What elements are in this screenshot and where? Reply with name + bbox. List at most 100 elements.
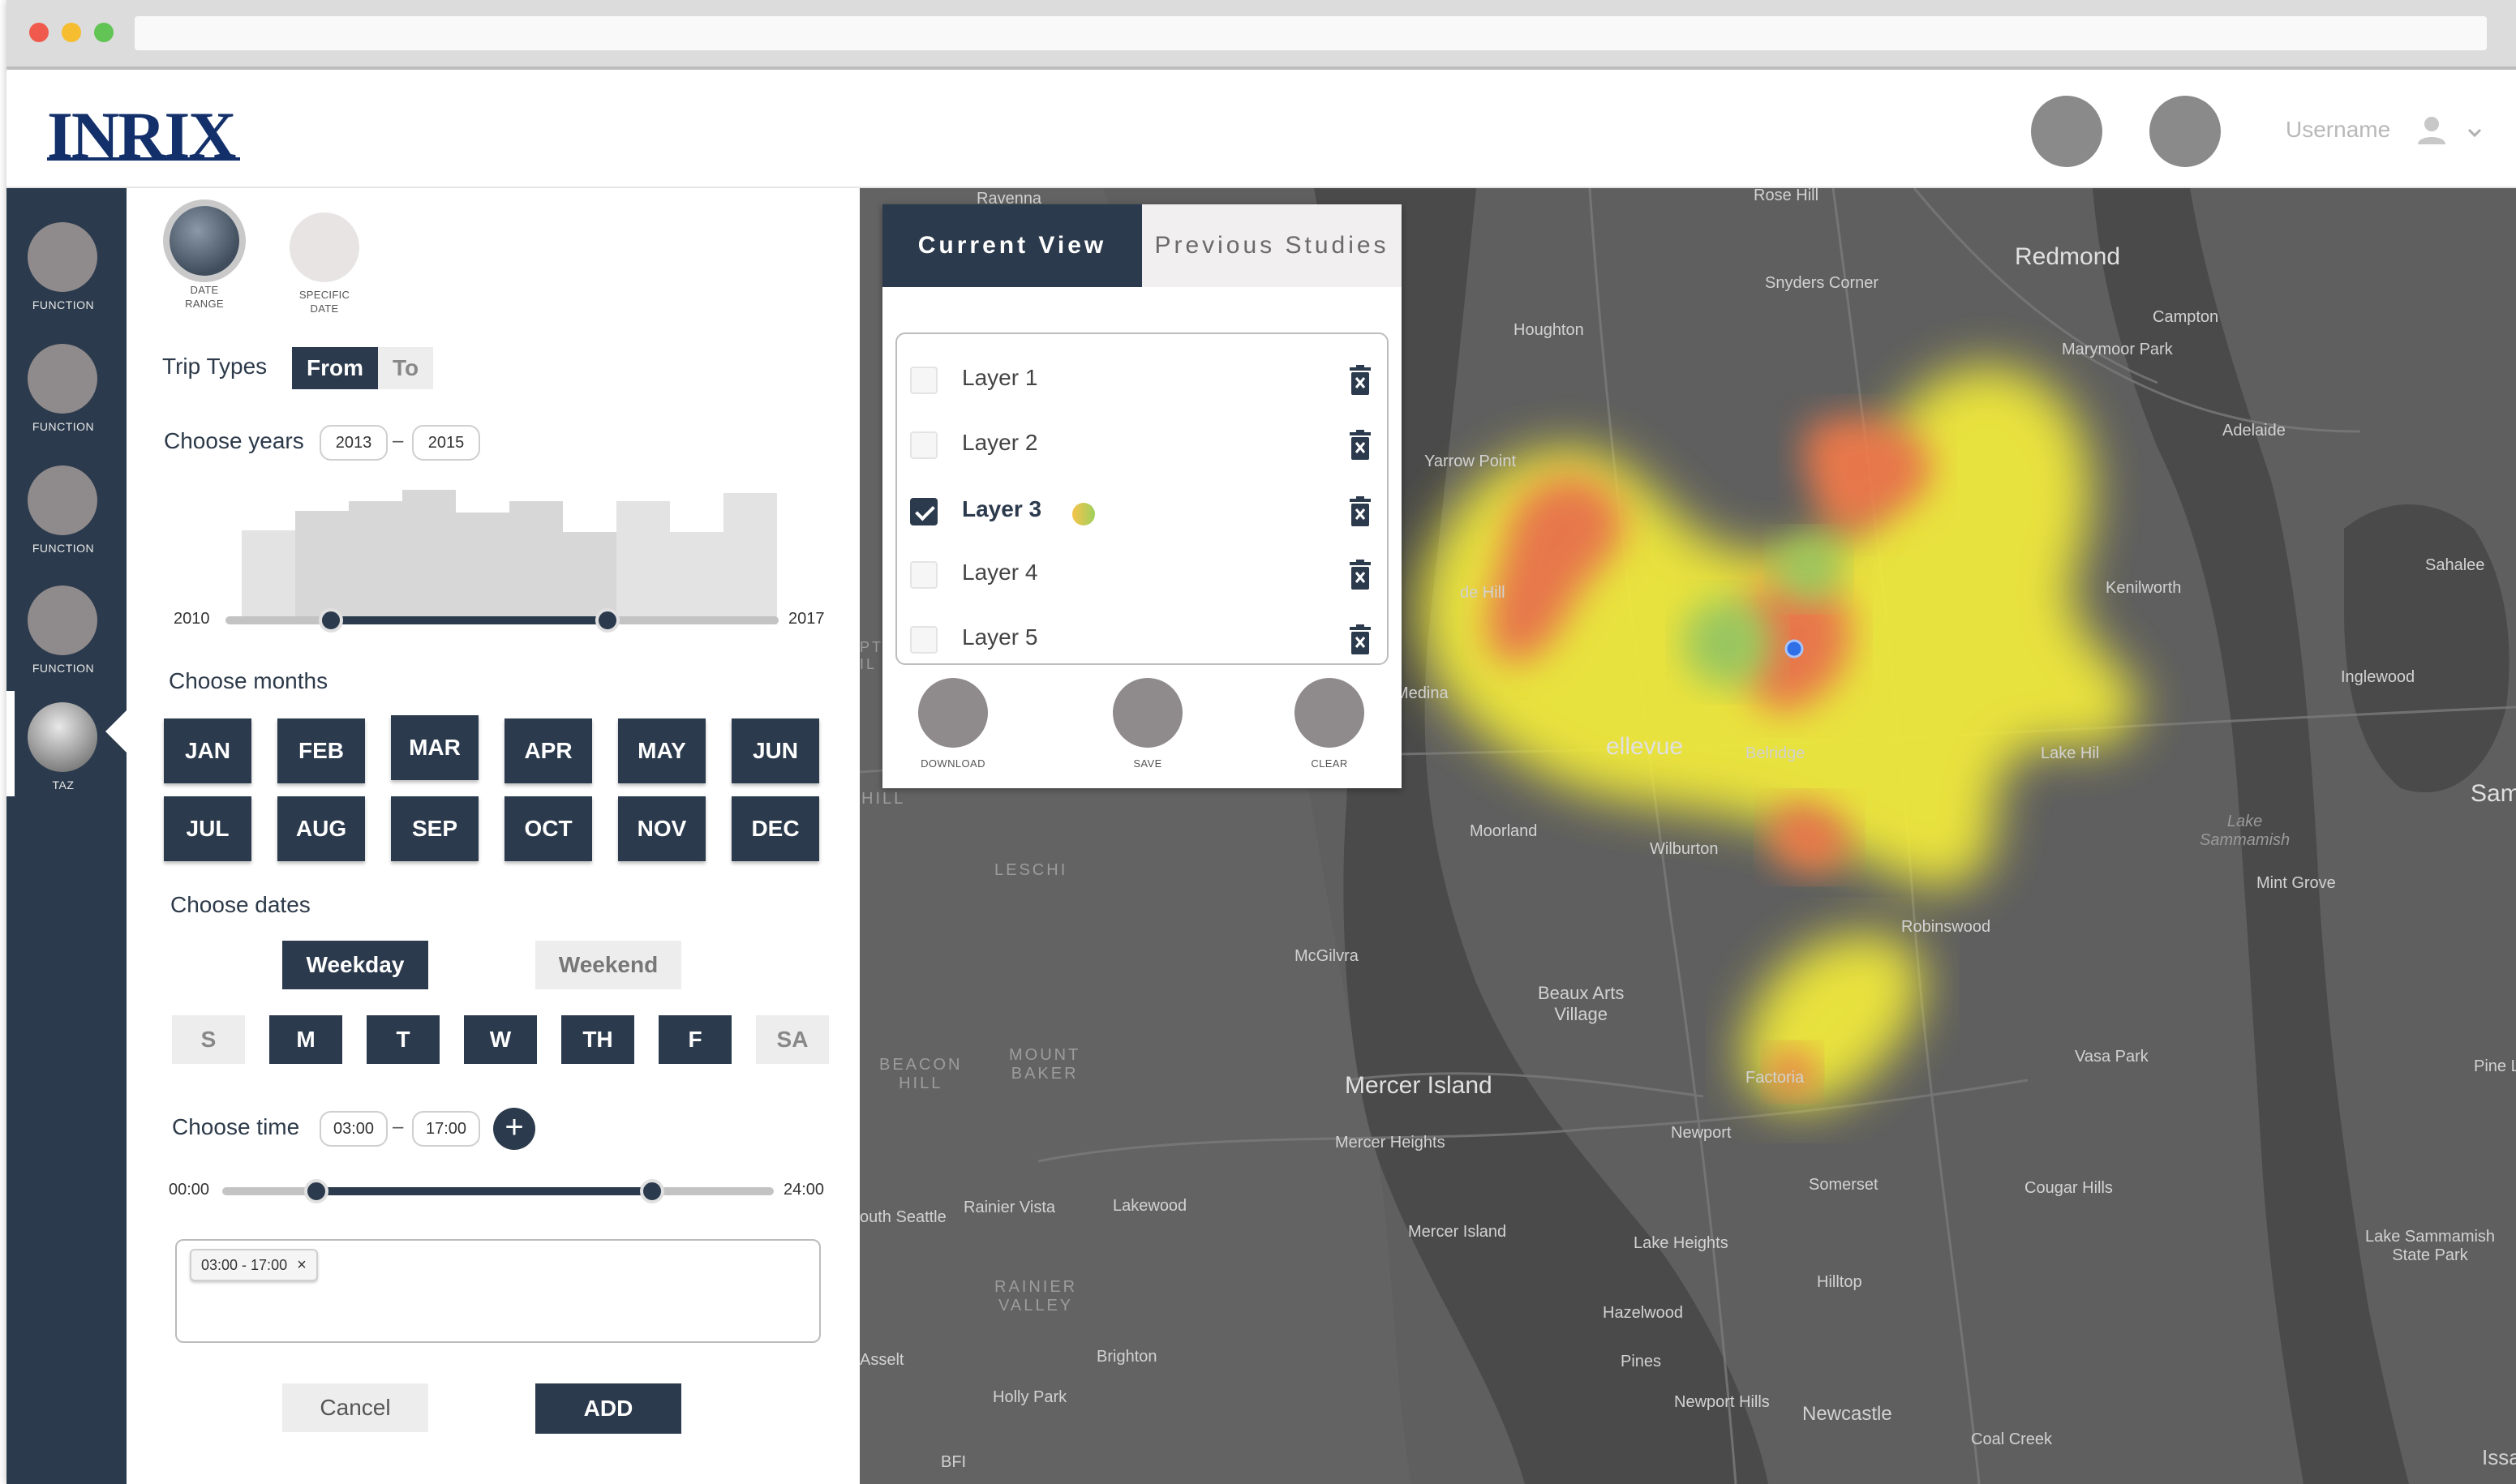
map-label: Vasa Park	[2075, 1048, 2149, 1066]
rail-item-function-2[interactable]: FUNCTION	[6, 344, 127, 465]
month-button-nov[interactable]: NOV	[618, 796, 706, 861]
remove-tag-icon[interactable]: ×	[297, 1256, 307, 1274]
day-button-th[interactable]: TH	[561, 1015, 634, 1064]
tab-current-view[interactable]: Current View	[882, 204, 1142, 287]
function-icon	[28, 465, 97, 535]
year-histogram-bar	[723, 493, 777, 624]
day-button-sa[interactable]: SA	[756, 1015, 829, 1064]
choose-time-label: Choose time	[172, 1114, 300, 1139]
weekend-button[interactable]: Weekend	[535, 941, 681, 989]
weekday-button[interactable]: Weekday	[282, 941, 428, 989]
map-label: Campton	[2153, 308, 2219, 326]
map-label: Snyders Corner	[1765, 274, 1879, 292]
map-label: Adelaide	[2222, 422, 2286, 440]
year-slider-end-handle[interactable]	[595, 608, 620, 633]
year-histogram-bar	[456, 513, 509, 624]
day-button-m[interactable]: M	[269, 1015, 342, 1064]
time-range-dash: –	[393, 1116, 404, 1138]
month-button-jul[interactable]: JUL	[164, 796, 251, 861]
date-range-mode-button[interactable]: DATE RANGE	[164, 206, 245, 311]
layer-name: Layer 5	[962, 624, 1038, 650]
time-slider-end-handle[interactable]	[640, 1179, 665, 1203]
layer-row[interactable]: Layer 5	[897, 608, 1387, 673]
layer-row[interactable]: Layer 4	[897, 543, 1387, 608]
year-histogram-bar	[509, 501, 563, 624]
map-label: Houghton	[1513, 321, 1584, 339]
map-label: Somerset	[1809, 1176, 1878, 1194]
add-button[interactable]: ADD	[535, 1383, 681, 1434]
layer-checkbox[interactable]	[910, 498, 938, 525]
user-avatar-icon[interactable]	[2415, 114, 2448, 146]
month-button-sep[interactable]: SEP	[391, 796, 479, 861]
rail-item-function-4[interactable]: FUNCTION	[6, 585, 127, 707]
function-icon	[28, 585, 97, 655]
header-action-button-2[interactable]	[2149, 96, 2221, 167]
time-slider-start-handle[interactable]	[303, 1179, 328, 1203]
month-button-dec[interactable]: DEC	[732, 796, 819, 861]
browser-chrome	[6, 0, 2516, 70]
location-pin[interactable]	[1784, 639, 1804, 658]
layer-row[interactable]: Layer 1	[897, 349, 1387, 414]
function-icon	[28, 222, 97, 292]
delete-layer-icon[interactable]	[1348, 365, 1372, 396]
month-button-aug[interactable]: AUG	[277, 796, 365, 861]
month-button-apr[interactable]: APR	[504, 718, 592, 783]
year-slider-start-handle[interactable]	[318, 608, 343, 633]
minimize-window-icon[interactable]	[62, 23, 81, 42]
rail-item-function-3[interactable]: FUNCTION	[6, 465, 127, 587]
save-button[interactable]: SAVE	[1103, 678, 1192, 770]
month-button-mar[interactable]: MAR	[391, 715, 479, 780]
day-button-t[interactable]: T	[367, 1015, 440, 1064]
taz-icon	[28, 702, 97, 772]
layer-checkbox[interactable]	[910, 431, 938, 459]
cancel-button[interactable]: Cancel	[282, 1383, 428, 1432]
month-button-may[interactable]: MAY	[618, 718, 706, 783]
download-icon	[918, 678, 988, 748]
layer-row[interactable]: Layer 3	[897, 480, 1387, 545]
clear-label: CLEAR	[1311, 757, 1348, 770]
add-time-range-button[interactable]: +	[493, 1108, 535, 1150]
time-range-tag: 03:00 - 17:00 ×	[190, 1249, 318, 1281]
rail-item-label: FUNCTION	[32, 420, 95, 433]
tab-previous-studies[interactable]: Previous Studies	[1142, 204, 1402, 287]
delete-layer-icon[interactable]	[1348, 560, 1372, 590]
layer-checkbox[interactable]	[910, 626, 938, 654]
maximize-window-icon[interactable]	[94, 23, 114, 42]
year-histogram-bar	[402, 490, 456, 624]
close-window-icon[interactable]	[29, 23, 49, 42]
month-button-oct[interactable]: OCT	[504, 796, 592, 861]
day-button-s[interactable]: S	[172, 1015, 245, 1064]
browser-window: INRIX Username FUNCTION FUNCTION FUNCTIO…	[6, 0, 2516, 1484]
header-action-button-1[interactable]	[2031, 96, 2102, 167]
username-label[interactable]: Username	[2286, 117, 2390, 143]
delete-layer-icon[interactable]	[1348, 430, 1372, 461]
time-end-input[interactable]: 17:00	[412, 1111, 480, 1147]
address-bar[interactable]	[135, 16, 2487, 50]
specific-date-mode-button[interactable]: SPECIFIC DATE	[284, 212, 365, 316]
layer-row[interactable]: Layer 2	[897, 414, 1387, 478]
time-start-input[interactable]: 03:00	[320, 1111, 388, 1147]
choose-months-label: Choose months	[169, 668, 328, 693]
clear-button[interactable]: CLEAR	[1285, 678, 1374, 770]
month-button-jun[interactable]: JUN	[732, 718, 819, 783]
delete-layer-icon[interactable]	[1348, 624, 1372, 655]
selected-time-ranges-box[interactable]: 03:00 - 17:00 ×	[175, 1239, 821, 1343]
delete-layer-icon[interactable]	[1348, 496, 1372, 527]
chevron-down-icon[interactable]	[2466, 123, 2484, 141]
map-label: Pines	[1621, 1353, 1662, 1370]
logo-underline	[47, 157, 240, 161]
map-label: Yarrow Point	[1424, 452, 1517, 470]
rail-item-function-1[interactable]: FUNCTION	[6, 222, 127, 344]
download-button[interactable]: DOWNLOAD	[908, 678, 998, 770]
layer-color-swatch-icon[interactable]	[1072, 503, 1095, 525]
trip-type-from-button[interactable]: From	[292, 347, 378, 389]
year-end-input[interactable]: 2015	[412, 425, 480, 461]
month-button-feb[interactable]: FEB	[277, 718, 365, 783]
year-start-input[interactable]: 2013	[320, 425, 388, 461]
month-button-jan[interactable]: JAN	[164, 718, 251, 783]
layer-checkbox[interactable]	[910, 367, 938, 394]
day-button-f[interactable]: F	[659, 1015, 732, 1064]
layer-checkbox[interactable]	[910, 561, 938, 589]
day-button-w[interactable]: W	[464, 1015, 537, 1064]
trip-type-to-button[interactable]: To	[378, 347, 434, 389]
